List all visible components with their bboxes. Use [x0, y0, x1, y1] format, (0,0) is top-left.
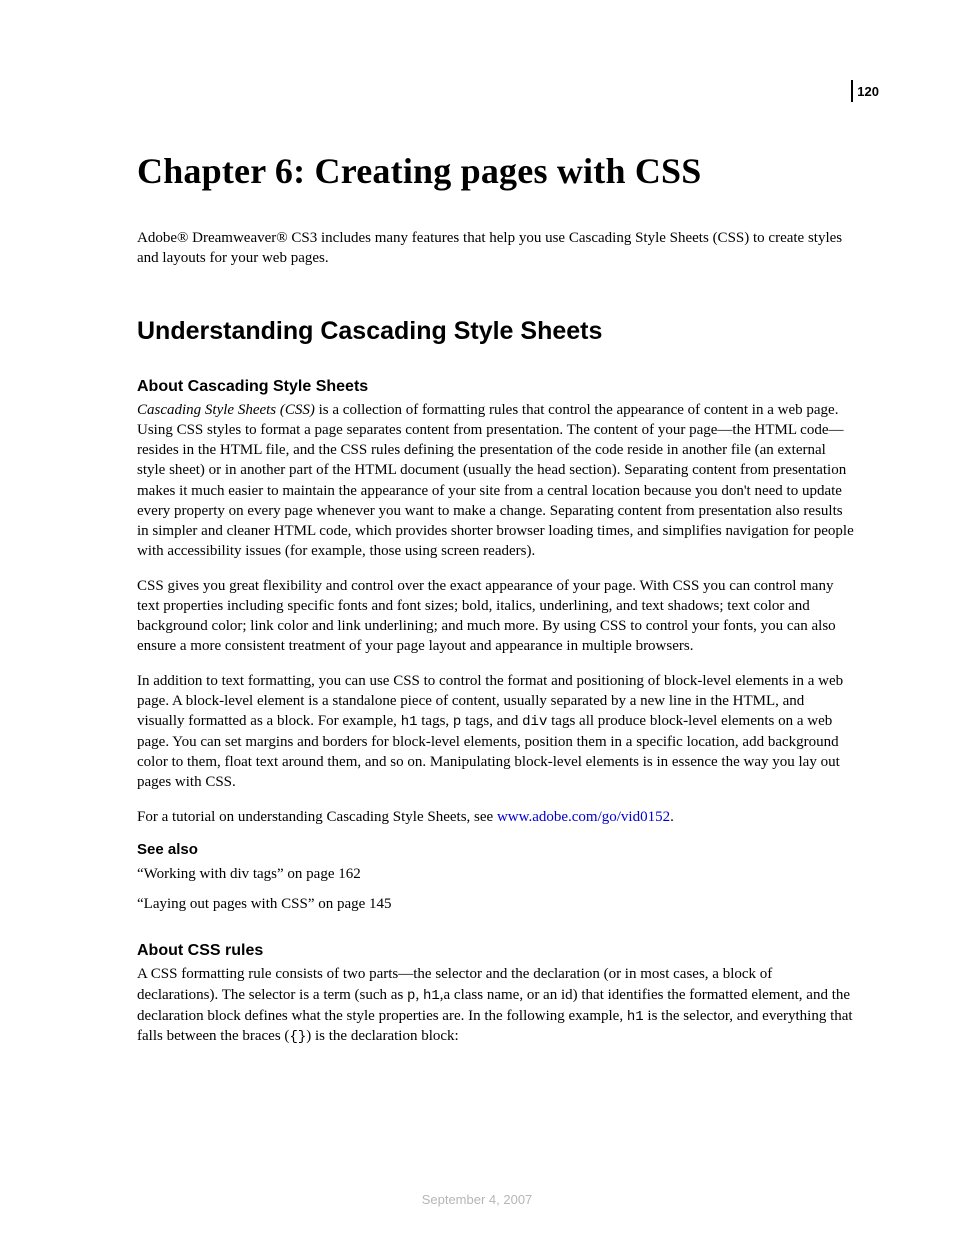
subsection-title-about-css: About Cascading Style Sheets [137, 378, 854, 396]
see-also-heading: See also [137, 841, 854, 858]
inline-code: h1 [627, 1009, 644, 1025]
tutorial-link[interactable]: www.adobe.com/go/vid0152 [497, 809, 670, 825]
body-text: tags, and [461, 713, 522, 729]
chapter-intro-paragraph: Adobe® Dreamweaver® CS3 includes many fe… [137, 228, 854, 269]
inline-code: div [522, 714, 547, 730]
page-number-rule [851, 80, 853, 102]
inline-code: h1 [423, 988, 440, 1004]
footer-date: September 4, 2007 [0, 1192, 954, 1207]
body-paragraph: CSS gives you great flexibility and cont… [137, 576, 854, 657]
cross-reference: “Working with div tags” on page 162 [137, 864, 854, 884]
inline-code: {} [289, 1029, 306, 1045]
body-paragraph: Cascading Style Sheets (CSS) is a collec… [137, 400, 854, 562]
body-text: tags, [418, 713, 453, 729]
section-title: Understanding Cascading Style Sheets [137, 317, 854, 346]
lead-term-italic: Cascading Style Sheets (CSS) [137, 402, 315, 418]
page-number: 120 [857, 84, 879, 99]
page-number-area: 120 [851, 80, 879, 102]
inline-code: h1 [401, 714, 418, 730]
cross-reference: “Laying out pages with CSS” on page 145 [137, 894, 854, 914]
body-paragraph: In addition to text formatting, you can … [137, 671, 854, 793]
body-paragraph: For a tutorial on understanding Cascadin… [137, 807, 854, 827]
body-text: , [415, 987, 423, 1003]
page: 120 Chapter 6: Creating pages with CSS A… [0, 0, 954, 1235]
subsection-block: About CSS rules A CSS formatting rule co… [137, 942, 854, 1047]
body-paragraph: A CSS formatting rule consists of two pa… [137, 964, 854, 1047]
body-text: is a collection of formatting rules that… [137, 402, 854, 560]
body-text: ) is the declaration block: [306, 1028, 458, 1044]
body-text: . [670, 809, 674, 825]
subsection-title-about-css-rules: About CSS rules [137, 942, 854, 960]
chapter-title: Chapter 6: Creating pages with CSS [137, 150, 854, 192]
body-text: For a tutorial on understanding Cascadin… [137, 809, 497, 825]
